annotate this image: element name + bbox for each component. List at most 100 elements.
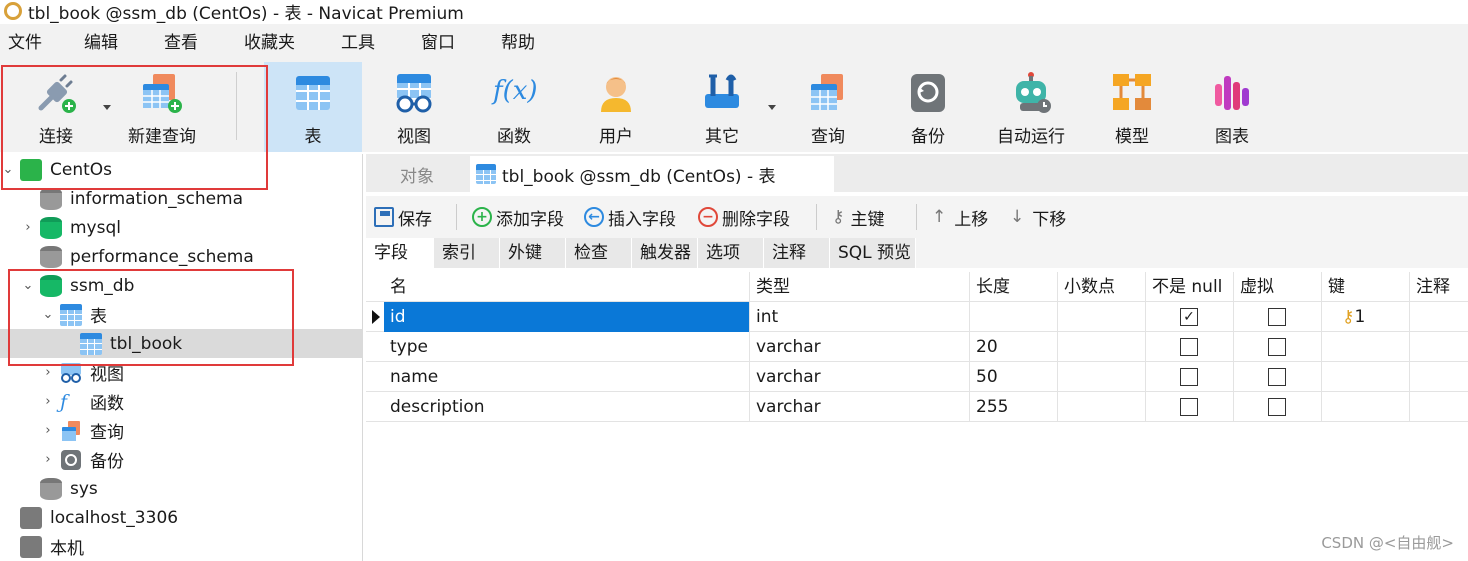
menu-file[interactable]: 文件 xyxy=(0,24,54,62)
virtual-checkbox[interactable] xyxy=(1268,338,1286,356)
table-row[interactable]: type varchar 20 xyxy=(366,332,1468,362)
column-header-virtual[interactable]: 虚拟 xyxy=(1234,272,1322,302)
tree-node-queries[interactable]: › 查询 xyxy=(0,416,363,445)
column-header-not-null[interactable]: 不是 null xyxy=(1146,272,1234,302)
cell-comment[interactable] xyxy=(1410,332,1468,362)
tab-fields[interactable]: 字段 xyxy=(366,238,434,268)
connect-button[interactable]: 连接 xyxy=(18,62,94,152)
cell-length[interactable]: 50 xyxy=(970,362,1058,392)
cell-key[interactable]: ⚷1 xyxy=(1322,302,1410,332)
not-null-checkbox[interactable]: ✓ xyxy=(1180,308,1198,326)
delete-field-button[interactable]: − 删除字段 xyxy=(698,204,790,230)
tab-comments[interactable]: 注释 xyxy=(764,238,830,268)
backup-button[interactable]: 备份 xyxy=(888,62,968,152)
cell-name[interactable]: description xyxy=(384,392,750,422)
query-button[interactable]: 查询 xyxy=(788,62,868,152)
cell-comment[interactable] xyxy=(1410,362,1468,392)
tree-node-tables[interactable]: ⌄ 表 xyxy=(0,300,363,329)
cell-key[interactable] xyxy=(1322,392,1410,422)
cell-name[interactable]: name xyxy=(384,362,750,392)
chevron-down-icon[interactable]: ⌄ xyxy=(20,278,36,293)
virtual-checkbox[interactable] xyxy=(1268,368,1286,386)
other-dropdown-arrow-icon[interactable] xyxy=(768,105,776,110)
not-null-checkbox[interactable] xyxy=(1180,398,1198,416)
tree-node-ssm-db[interactable]: ⌄ ssm_db xyxy=(0,271,363,300)
menu-favorites[interactable]: 收藏夹 xyxy=(232,24,307,62)
cell-decimals[interactable] xyxy=(1058,362,1146,392)
table-row[interactable]: description varchar 255 xyxy=(366,392,1468,422)
column-header-type[interactable]: 类型 xyxy=(750,272,970,302)
cell-type[interactable]: int xyxy=(750,302,970,332)
cell-name[interactable]: type xyxy=(384,332,750,362)
menu-tools[interactable]: 工具 xyxy=(329,24,387,62)
view-button[interactable]: 视图 xyxy=(372,62,456,152)
user-button[interactable]: 用户 xyxy=(574,62,658,152)
cell-type[interactable]: varchar xyxy=(750,392,970,422)
model-button[interactable]: 模型 xyxy=(1092,62,1172,152)
add-field-button[interactable]: + 添加字段 xyxy=(472,204,564,230)
chevron-right-icon[interactable]: › xyxy=(20,220,36,235)
tree-node-centos[interactable]: ⌄ CentOs xyxy=(0,155,363,184)
insert-field-button[interactable]: ← 插入字段 xyxy=(584,204,676,230)
menu-window[interactable]: 窗口 xyxy=(409,24,467,62)
cell-key[interactable] xyxy=(1322,362,1410,392)
tab-objects[interactable]: 对象 xyxy=(366,156,468,192)
chevron-down-icon[interactable]: ⌄ xyxy=(0,162,16,177)
chevron-down-icon[interactable]: ⌄ xyxy=(40,307,56,322)
tree-node-tbl-book[interactable]: tbl_book xyxy=(0,329,363,358)
tab-triggers[interactable]: 触发器 xyxy=(632,238,698,268)
cell-decimals[interactable] xyxy=(1058,332,1146,362)
table-row[interactable]: id int ✓ ⚷1 xyxy=(366,302,1468,332)
cell-key[interactable] xyxy=(1322,332,1410,362)
move-down-button[interactable]: ↓ 下移 xyxy=(1010,204,1066,230)
menu-help[interactable]: 帮助 xyxy=(489,24,547,62)
not-null-checkbox[interactable] xyxy=(1180,368,1198,386)
other-button[interactable]: 其它 xyxy=(682,62,762,152)
chevron-right-icon[interactable]: › xyxy=(40,365,56,380)
cell-type[interactable]: varchar xyxy=(750,332,970,362)
table-row[interactable]: name varchar 50 xyxy=(366,362,1468,392)
function-button[interactable]: f(x) 函数 xyxy=(472,62,556,152)
chevron-right-icon[interactable]: › xyxy=(40,423,56,438)
tree-node-information-schema[interactable]: information_schema xyxy=(0,184,363,213)
cell-length[interactable] xyxy=(970,302,1058,332)
tree-node-localhost[interactable]: localhost_3306 xyxy=(0,503,363,532)
cell-comment[interactable] xyxy=(1410,392,1468,422)
tree-node-sys[interactable]: sys xyxy=(0,474,363,503)
column-header-length[interactable]: 长度 xyxy=(970,272,1058,302)
tree-node-mysql[interactable]: › mysql xyxy=(0,213,363,242)
primary-key-button[interactable]: ⚷ 主键 xyxy=(832,204,884,230)
chevron-right-icon[interactable]: › xyxy=(40,452,56,467)
tree-node-local[interactable]: 本机 xyxy=(0,532,363,561)
cell-length[interactable]: 255 xyxy=(970,392,1058,422)
tab-checks[interactable]: 检查 xyxy=(566,238,632,268)
table-button[interactable]: 表 xyxy=(264,62,362,152)
cell-name[interactable]: id xyxy=(384,302,750,332)
chevron-right-icon[interactable]: › xyxy=(40,394,56,409)
virtual-checkbox[interactable] xyxy=(1268,398,1286,416)
tab-foreign-keys[interactable]: 外键 xyxy=(500,238,566,268)
tree-node-backups[interactable]: › 备份 xyxy=(0,445,363,474)
column-header-comment[interactable]: 注释 xyxy=(1410,272,1468,302)
tab-sql-preview[interactable]: SQL 预览 xyxy=(830,238,916,268)
save-button[interactable]: 保存 xyxy=(374,204,432,230)
column-header-name[interactable]: 名 xyxy=(384,272,750,302)
menu-view[interactable]: 查看 xyxy=(152,24,210,62)
cell-type[interactable]: varchar xyxy=(750,362,970,392)
cell-length[interactable]: 20 xyxy=(970,332,1058,362)
tree-node-functions[interactable]: › ƒ 函数 xyxy=(0,387,363,416)
column-header-key[interactable]: 键 xyxy=(1322,272,1410,302)
tree-node-views[interactable]: › 视图 xyxy=(0,358,363,387)
virtual-checkbox[interactable] xyxy=(1268,308,1286,326)
column-header-decimals[interactable]: 小数点 xyxy=(1058,272,1146,302)
move-up-button[interactable]: ↑ 上移 xyxy=(932,204,988,230)
cell-decimals[interactable] xyxy=(1058,302,1146,332)
not-null-checkbox[interactable] xyxy=(1180,338,1198,356)
cell-comment[interactable] xyxy=(1410,302,1468,332)
new-query-button[interactable]: 新建查询 xyxy=(118,62,206,152)
tab-indexes[interactable]: 索引 xyxy=(434,238,500,268)
cell-decimals[interactable] xyxy=(1058,392,1146,422)
tab-tbl-book[interactable]: tbl_book @ssm_db (CentOs) - 表 xyxy=(470,156,834,192)
tab-options[interactable]: 选项 xyxy=(698,238,764,268)
menu-edit[interactable]: 编辑 xyxy=(72,24,130,62)
